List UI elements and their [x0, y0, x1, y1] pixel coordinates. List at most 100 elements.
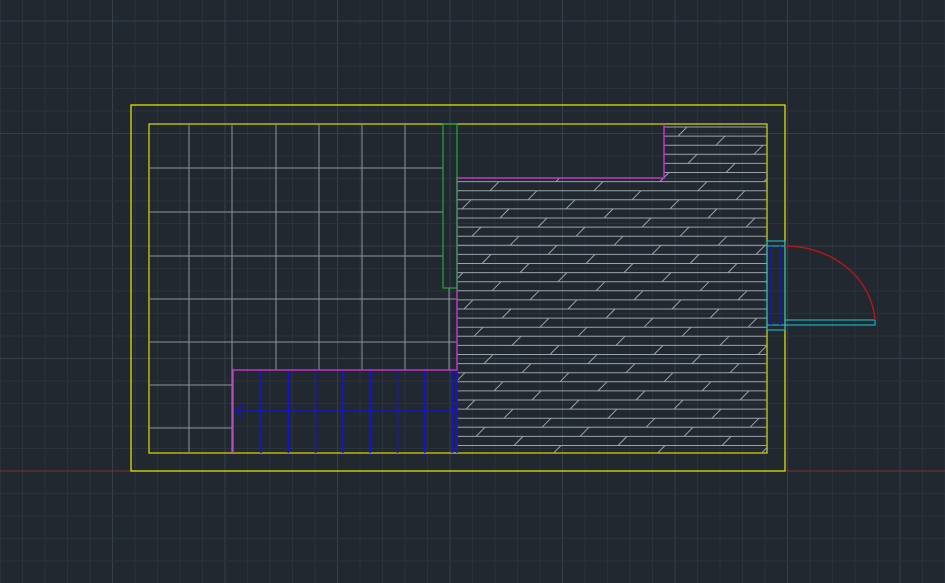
floor-board-joint: [725, 163, 736, 173]
floor-board-joint: [537, 217, 548, 228]
drawing-grid: [0, 0, 945, 583]
floor-board-joint: [465, 399, 476, 410]
floor-board-joint: [677, 126, 688, 137]
floor-board-joint: [653, 345, 664, 355]
floor-board-joint: [517, 163, 528, 173]
floor-board-joint: [368, 227, 377, 236]
floor-board-joint: [643, 317, 654, 328]
floor-board-joint: [585, 254, 596, 264]
floor-board-joint: [406, 236, 415, 245]
floor-board-joint: [745, 217, 756, 228]
floor-board-joint: [613, 235, 624, 246]
floor-board-joint: [481, 254, 492, 264]
floor-board-joint: [729, 363, 740, 374]
floor-board-joint: [577, 326, 588, 337]
floor-board-joint: [507, 135, 518, 146]
floor-board-joint: [631, 190, 642, 201]
floor-board-joint: [573, 126, 584, 137]
floor-board-joint: [701, 381, 712, 392]
floor-board-joint: [444, 245, 453, 254]
floor-board-joint: [697, 181, 708, 192]
floor-board-joint: [499, 208, 510, 219]
floor-board-joint: [521, 363, 532, 374]
floor-board-joint: [408, 336, 417, 345]
floor-board-joint: [747, 317, 758, 328]
floor-board-joint: [615, 335, 626, 346]
floor-board-joint: [370, 327, 379, 336]
floor-board-joint: [380, 355, 389, 364]
floor-board-joint: [483, 354, 494, 364]
floor-board-joint: [755, 244, 766, 255]
floor-board-joint: [424, 191, 433, 200]
floor-board-joint: [681, 326, 692, 337]
cad-floor-plan-canvas[interactable]: [0, 0, 945, 583]
floor-board-joint: [603, 208, 614, 219]
floor-board-joint: [434, 218, 443, 227]
floor-board-joint: [469, 126, 480, 137]
floor-board-joint: [575, 226, 586, 237]
floor-board-joint: [719, 335, 730, 346]
floor-plan[interactable]: [130, 104, 876, 472]
floor-board-joint: [473, 326, 484, 337]
floor-board-joint: [457, 272, 464, 283]
floor-board-joint: [529, 290, 540, 301]
floor-board-joint: [597, 381, 608, 392]
floor-board-joint: [549, 345, 560, 355]
floor-board-joint: [559, 372, 570, 383]
floor-board-joint: [735, 190, 746, 201]
floor-board-joint: [547, 244, 558, 255]
floor-board-joint: [691, 354, 702, 364]
floor-board-joint: [661, 272, 672, 283]
door-jamb-bottom: [766, 324, 786, 331]
floor-board-joint: [611, 135, 622, 146]
door-leaf[interactable]: [784, 319, 876, 326]
floor-board-joint: [418, 364, 427, 373]
floor-board-joint: [410, 436, 419, 445]
floor-board-joint: [396, 209, 405, 218]
door-jamb-top: [766, 240, 786, 247]
floor-board-joint: [683, 426, 694, 437]
floor-board-joint: [607, 408, 618, 419]
floor-board-joint: [503, 408, 514, 419]
floor-board-joint: [679, 226, 690, 237]
floor-board-joint: [721, 436, 732, 446]
floor-board-joint: [663, 372, 674, 383]
floor-board-joint: [436, 318, 445, 327]
floor-board-joint: [717, 235, 728, 246]
floor-board-joint: [428, 391, 437, 400]
floor-board-joint: [753, 144, 764, 155]
floor-board-joint: [739, 390, 750, 401]
entry-door[interactable]: [766, 240, 876, 331]
floor-board-joint: [545, 144, 556, 155]
floor-board-joint: [593, 181, 604, 192]
floor-board-joint: [699, 281, 710, 292]
floor-board-joint: [587, 354, 598, 364]
floor-board-joint: [388, 282, 397, 291]
floor-board-joint: [569, 399, 580, 410]
floor-board-joint: [366, 127, 375, 136]
floor-board-joint: [386, 182, 395, 191]
floor-board-joint: [527, 190, 538, 201]
floor-board-joint: [757, 345, 767, 355]
floor-board-joint: [513, 436, 524, 446]
floor-board-joint: [635, 390, 646, 401]
floor-board-joint: [633, 290, 644, 301]
floor-board-joint: [471, 226, 482, 237]
floor-board-joint: [539, 317, 550, 328]
floor-board-joint: [555, 172, 566, 182]
floor-board-joint: [372, 427, 381, 436]
floor-board-joint: [595, 281, 606, 292]
floor-board-joint: [651, 244, 662, 255]
floor-board-joint: [649, 144, 660, 155]
floor-board-joint: [491, 281, 502, 292]
floor-board-joint: [511, 335, 522, 346]
floor-board-joint: [641, 217, 652, 228]
door-swing-arc: [784, 245, 876, 321]
floor-board-joint: [463, 299, 474, 310]
floor-board-joint: [707, 208, 718, 219]
floor-board-joint: [617, 436, 628, 446]
stair[interactable]: [235, 370, 458, 453]
floor-board-joint: [567, 299, 578, 310]
floor-board-joint: [671, 299, 682, 310]
outer-wall[interactable]: [130, 104, 786, 472]
